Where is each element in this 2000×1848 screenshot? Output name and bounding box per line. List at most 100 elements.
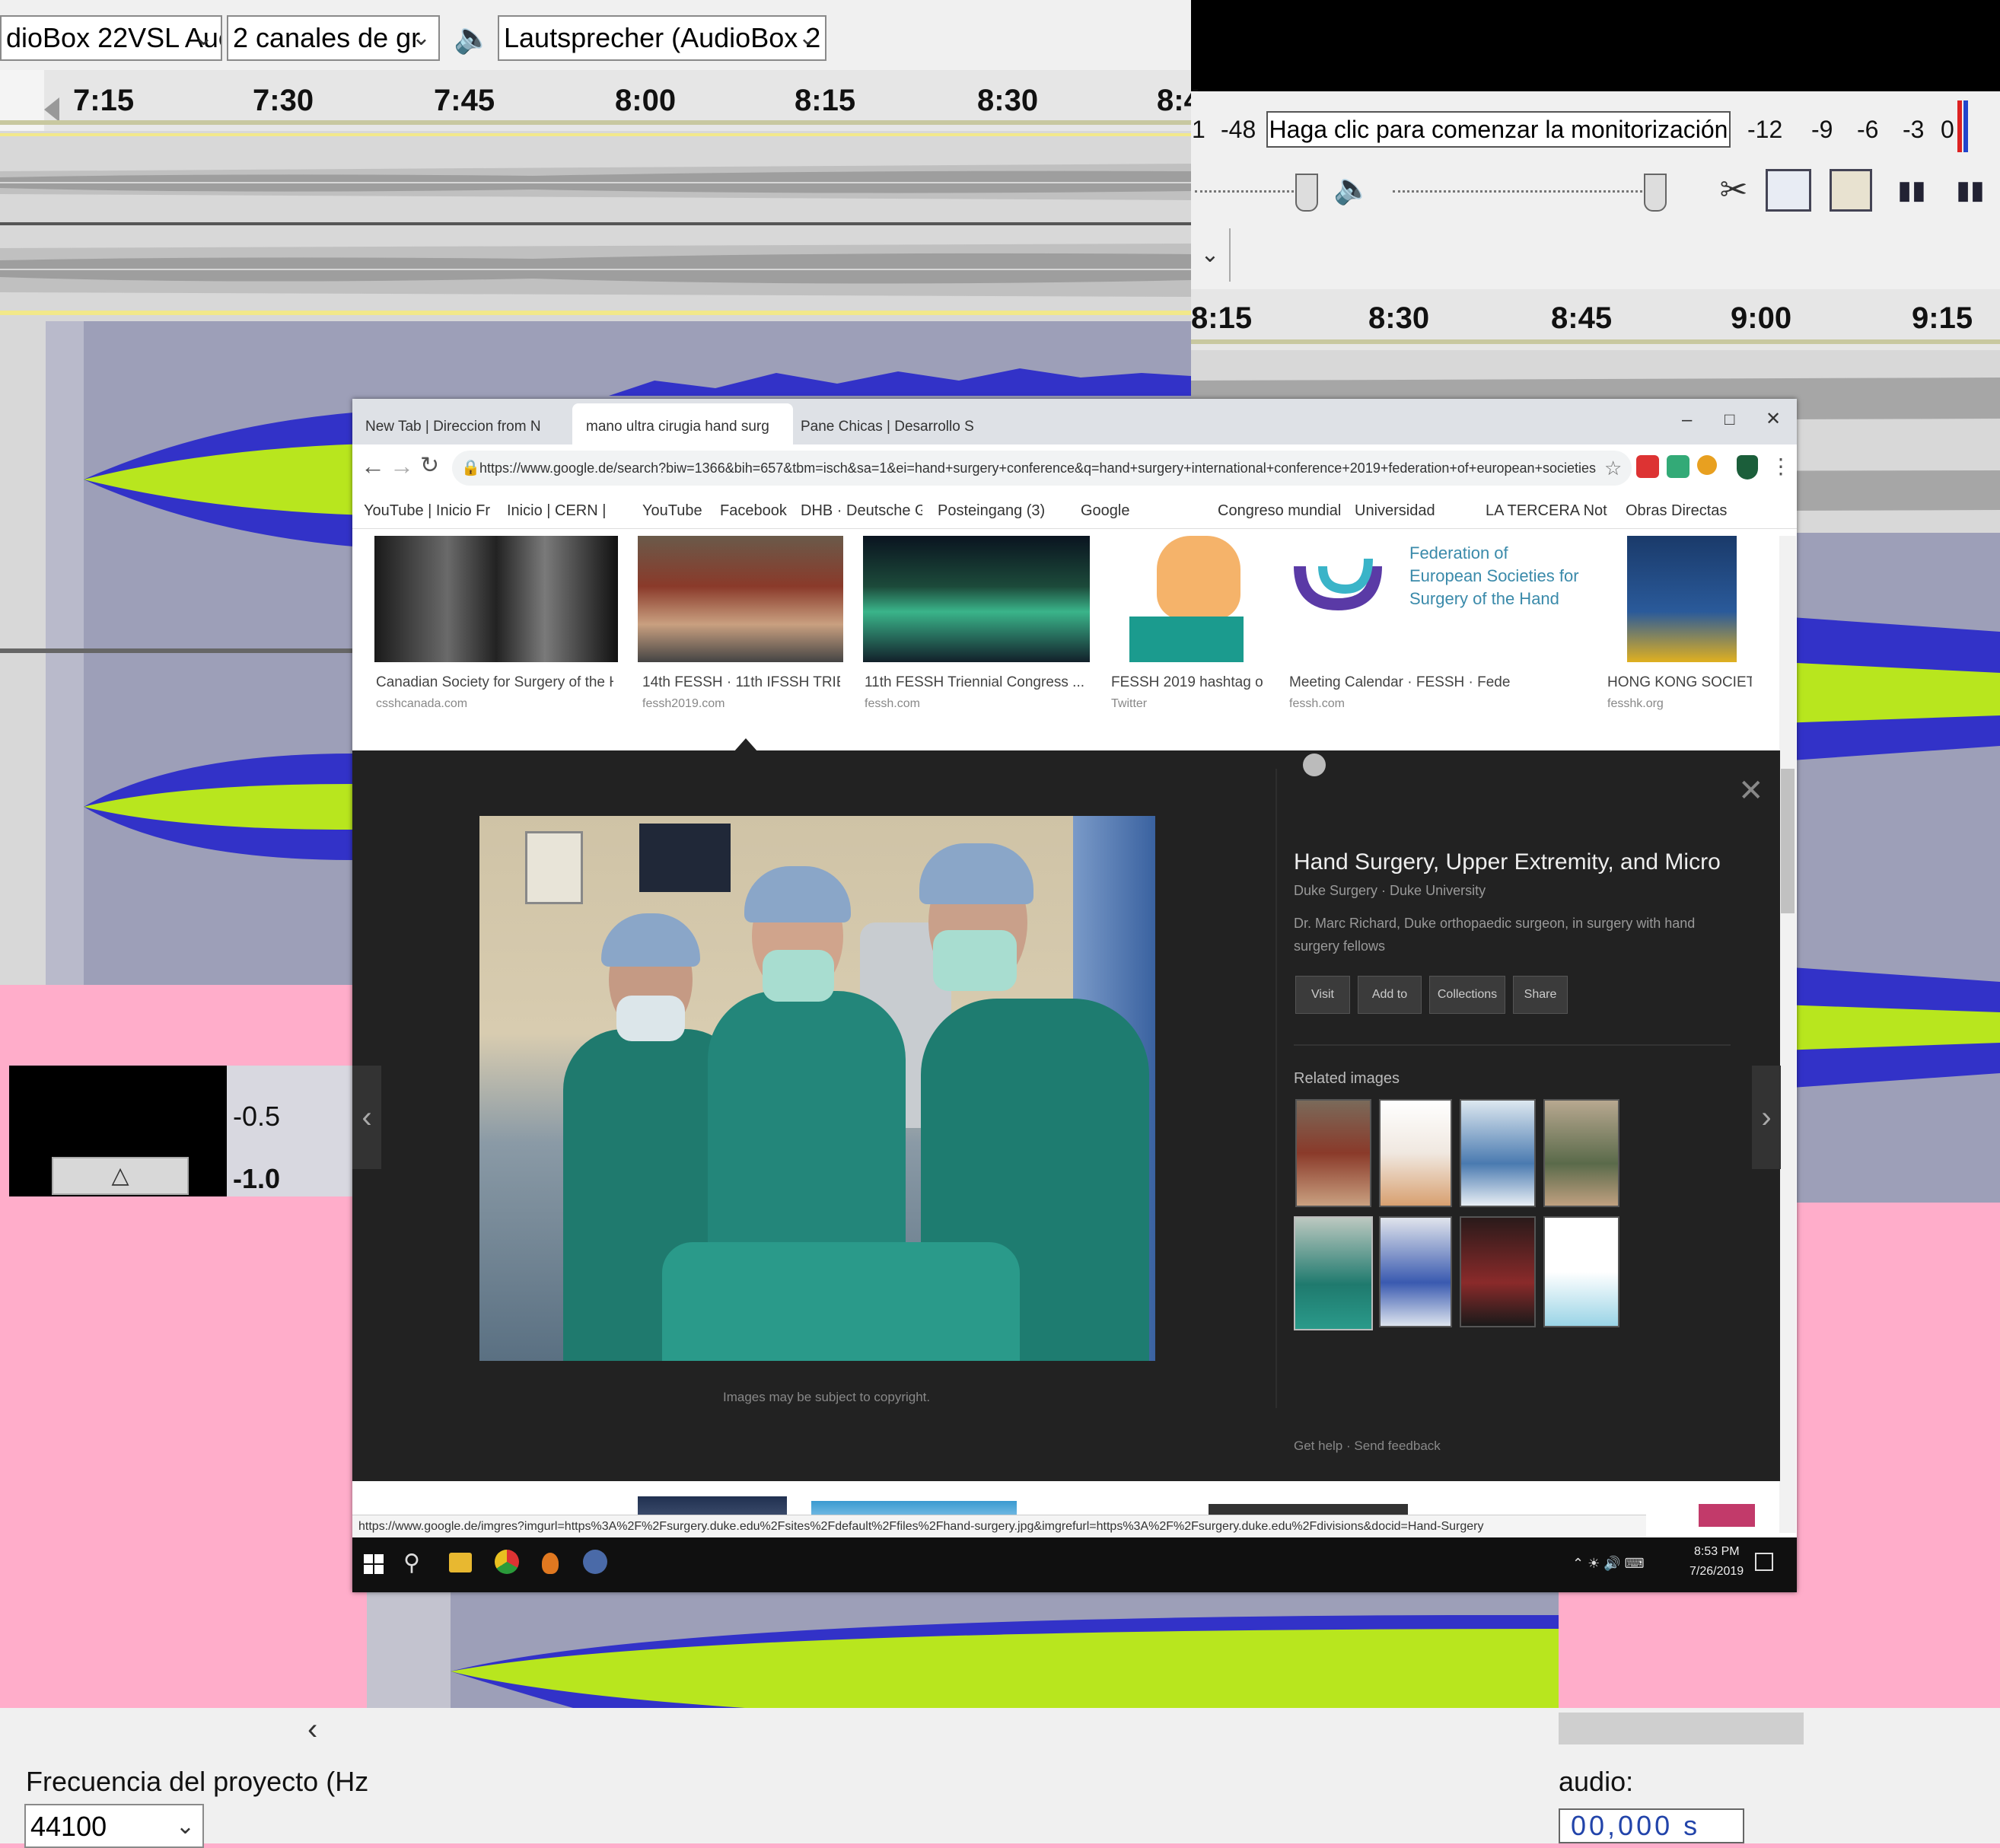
- system-tray-icons[interactable]: ⌃ ☀ 🔊 ⌨: [1572, 1556, 1645, 1572]
- start-pane: [364, 1565, 373, 1574]
- result-image[interactable]: [374, 536, 618, 662]
- related-image-selected[interactable]: [1294, 1216, 1373, 1330]
- address-bar[interactable]: https://www.google.de/search?biw=1366&bi…: [452, 451, 1632, 486]
- result-caption[interactable]: Meeting Calendar · FESSH · Federation ..…: [1289, 674, 1510, 691]
- search-icon[interactable]: ⚲: [403, 1550, 420, 1576]
- profile-icon[interactable]: [1737, 455, 1758, 480]
- result-caption[interactable]: 14th FESSH · 11th IFSSH TRIENNIAL ...: [642, 674, 840, 691]
- bookmark-item[interactable]: LA TERCERA Noticias: [1486, 502, 1607, 520]
- extension-icon[interactable]: [1667, 455, 1689, 478]
- preview-description: Dr. Marc Richard, Duke orthopaedic surge…: [1294, 916, 1696, 954]
- slider-thumb-icon[interactable]: [1644, 174, 1667, 212]
- gray-waveform-channel-2: [0, 244, 1191, 297]
- preview-footer[interactable]: Get help · Send feedback: [1294, 1439, 1441, 1454]
- ruler-tick-label: 7:30: [253, 84, 314, 117]
- monitoring-tooltip[interactable]: Haga clic para comenzar la monitorizació…: [1266, 111, 1731, 148]
- page-scrollbar-thumb[interactable]: [1781, 769, 1795, 913]
- project-rate-value: 44100: [30, 1811, 107, 1842]
- collections-button[interactable]: Collections: [1429, 976, 1505, 1014]
- bookmark-item[interactable]: Universidad: [1355, 502, 1476, 520]
- result-image[interactable]: [1699, 1504, 1755, 1527]
- cut-button[interactable]: ✂: [1711, 167, 1756, 213]
- close-icon[interactable]: ✕: [1766, 408, 1781, 430]
- extension-icon[interactable]: [1636, 455, 1659, 478]
- prev-image-button[interactable]: ‹: [352, 1066, 381, 1169]
- windows-start-icon[interactable]: [364, 1554, 384, 1574]
- taskbar-time[interactable]: 8:53 PM: [1694, 1545, 1740, 1559]
- audio-position-field[interactable]: 00,000 s: [1559, 1808, 1744, 1843]
- result-image[interactable]: [638, 536, 843, 662]
- result-caption[interactable]: HONG KONG SOCIETY F...: [1607, 674, 1752, 691]
- preview-site[interactable]: Duke Surgery · Duke University: [1294, 883, 1486, 899]
- copy-button[interactable]: [1766, 169, 1811, 212]
- paste-button[interactable]: [1830, 169, 1872, 212]
- notification-icon[interactable]: [1755, 1553, 1773, 1571]
- bookmark-star-icon[interactable]: ☆: [1604, 457, 1622, 480]
- playback-volume-slider[interactable]: [1393, 190, 1651, 196]
- related-image[interactable]: [1460, 1216, 1536, 1327]
- ruler-playhead-marker[interactable]: [44, 97, 59, 122]
- result-caption[interactable]: FESSH 2019 hashtag on Twitter: [1111, 674, 1263, 691]
- forward-icon[interactable]: →: [390, 452, 414, 480]
- menu-icon[interactable]: ⋮: [1770, 454, 1791, 479]
- related-image[interactable]: [1379, 1216, 1452, 1327]
- preview-image[interactable]: [479, 816, 1155, 1361]
- tab-label: mano ultra cirugia hand surg: [586, 419, 769, 435]
- channels-select[interactable]: 2 canales de gr ⌄: [227, 15, 440, 61]
- colored-waveform-right-1: [1781, 617, 2000, 761]
- file-explorer-icon[interactable]: [449, 1553, 472, 1572]
- bookmark-item[interactable]: Posteingang (3): [938, 502, 1059, 520]
- slider-thumb-icon[interactable]: [1295, 174, 1318, 212]
- collapse-track-button[interactable]: △: [52, 1157, 189, 1195]
- photo-cap-left: [601, 913, 700, 967]
- related-image[interactable]: [1379, 1099, 1452, 1207]
- bookmark-item[interactable]: YouTube: [642, 502, 711, 520]
- result-image[interactable]: [1627, 536, 1737, 662]
- result-caption[interactable]: 11th FESSH Triennial Congress ...: [865, 674, 1090, 691]
- related-image[interactable]: [1543, 1099, 1619, 1207]
- back-icon[interactable]: ←: [361, 452, 385, 480]
- result-image-banner: [1129, 617, 1244, 662]
- extension-icon[interactable]: [1697, 455, 1717, 475]
- bookmark-item[interactable]: Obras Directas: [1626, 502, 1778, 520]
- close-preview-icon[interactable]: ✕: [1738, 773, 1764, 808]
- minimize-icon[interactable]: –: [1682, 409, 1692, 431]
- app-icon[interactable]: [542, 1553, 559, 1574]
- result-caption[interactable]: Canadian Society for Surgery of the Hand: [376, 674, 613, 691]
- chevron-down-icon: ⌄: [798, 25, 817, 50]
- scrollbar-thumb[interactable]: [1559, 1713, 1804, 1744]
- scroll-left-icon[interactable]: ‹: [307, 1708, 338, 1751]
- taskbar-date[interactable]: 7/26/2019: [1689, 1565, 1744, 1579]
- result-image[interactable]: [863, 536, 1090, 662]
- chrome-icon[interactable]: [495, 1550, 519, 1574]
- preview-title[interactable]: Hand Surgery, Upper Extremity, and Micro…: [1294, 849, 1720, 875]
- related-image[interactable]: [1543, 1216, 1619, 1327]
- related-image[interactable]: [1460, 1099, 1536, 1207]
- input-device-select[interactable]: dioBox 22VSL Auc ⌄: [0, 15, 222, 61]
- page-scrollbar[interactable]: [1779, 536, 1796, 1533]
- image-copyright-notice: Images may be subject to copyright.: [723, 1390, 931, 1404]
- bookmark-item[interactable]: YouTube | Inicio Fr: [364, 502, 492, 520]
- next-image-button[interactable]: ›: [1752, 1066, 1781, 1169]
- meter-blue-marker: [1963, 100, 1968, 154]
- bookmark-item[interactable]: Google: [1081, 502, 1195, 520]
- audacity-taskbar-icon[interactable]: [583, 1550, 607, 1574]
- gray-waveform-channel-1: [0, 164, 1191, 200]
- channels-value: 2 canales de gr: [233, 22, 421, 53]
- output-device-select[interactable]: Lautsprecher (AudioBox 2 ⌄: [498, 15, 826, 61]
- maximize-icon[interactable]: □: [1725, 409, 1734, 429]
- photo-drape: [662, 1242, 1020, 1361]
- bookmark-item[interactable]: Congreso mundial: [1218, 502, 1347, 520]
- bookmark-item[interactable]: Inicio | CERN |: [507, 502, 629, 520]
- related-image[interactable]: [1295, 1099, 1371, 1207]
- chevron-down-icon[interactable]: ⌄: [1191, 228, 1231, 282]
- add-to-button[interactable]: Add to: [1358, 976, 1422, 1014]
- bookmark-item[interactable]: DHB · Deutsche Ge: [801, 502, 922, 520]
- project-rate-select[interactable]: 44100 ⌄: [24, 1804, 204, 1848]
- bookmark-item[interactable]: Facebook: [720, 502, 790, 520]
- visit-button[interactable]: Visit: [1295, 976, 1350, 1014]
- reload-icon[interactable]: ↻: [420, 452, 439, 479]
- silence-button[interactable]: ▮▮: [1945, 170, 1995, 210]
- share-button[interactable]: Share: [1513, 976, 1568, 1014]
- trim-button[interactable]: ▮▮: [1887, 170, 1936, 210]
